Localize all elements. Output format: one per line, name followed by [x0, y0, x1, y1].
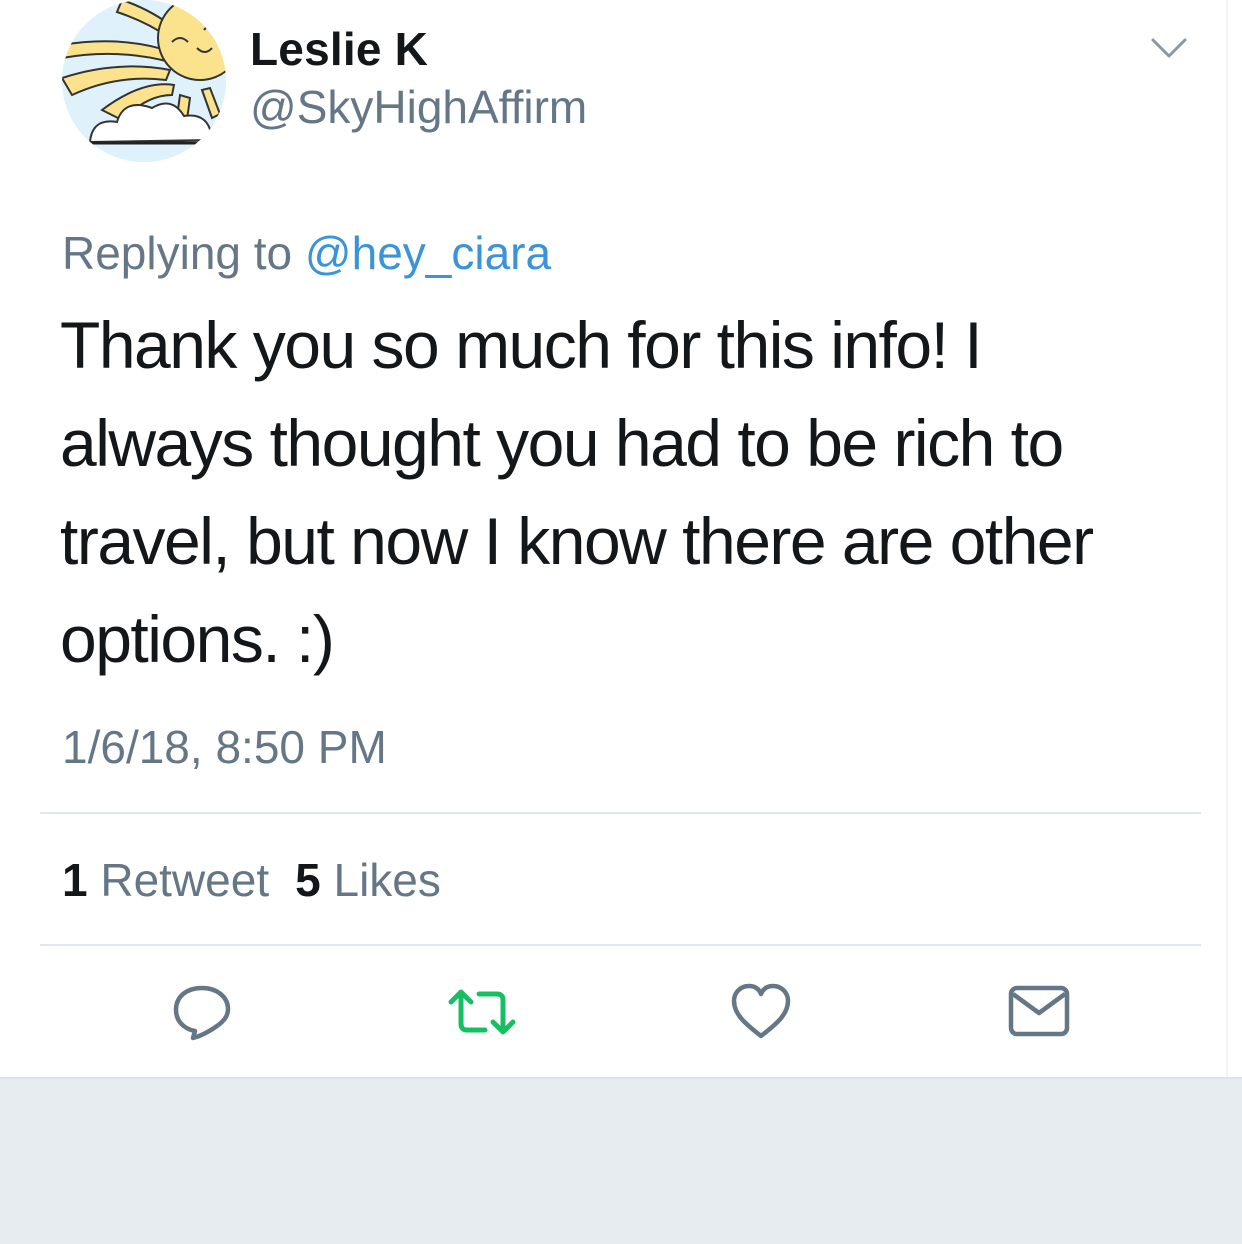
like-count: 5: [295, 854, 321, 906]
retweet-stat[interactable]: 1 Retweet: [62, 854, 269, 906]
card-edge: [1226, 0, 1228, 1077]
retweet-label: Retweet: [100, 854, 270, 906]
tweet-timestamp[interactable]: 1/6/18, 8:50 PM: [62, 720, 387, 774]
retweet-count: 1: [62, 854, 88, 906]
tweet-stats: 1 Retweet 5 Likes: [62, 853, 441, 907]
divider: [40, 812, 1201, 814]
divider: [40, 944, 1201, 946]
chevron-down-icon[interactable]: [1150, 34, 1188, 62]
heart-icon[interactable]: [729, 980, 793, 1044]
sun-avatar-image: [62, 0, 226, 162]
tweet-card: Leslie K @SkyHighAffirm Replying to @hey…: [0, 0, 1242, 1077]
replying-to: Replying to @hey_ciara: [62, 226, 551, 280]
user-handle[interactable]: @SkyHighAffirm: [250, 80, 587, 134]
like-label: Likes: [333, 854, 441, 906]
avatar[interactable]: [62, 0, 226, 162]
timeline-background: [0, 1077, 1242, 1244]
envelope-icon[interactable]: [1007, 980, 1071, 1044]
like-stat[interactable]: 5 Likes: [295, 854, 441, 906]
display-name[interactable]: Leslie K: [250, 22, 428, 76]
reply-icon[interactable]: [170, 980, 234, 1044]
retweet-icon[interactable]: [447, 980, 516, 1044]
reply-mention-link[interactable]: @hey_ciara: [305, 227, 551, 279]
tweet-text: Thank you so much for this info! I alway…: [60, 308, 1094, 676]
replying-to-label: Replying to: [62, 227, 293, 279]
